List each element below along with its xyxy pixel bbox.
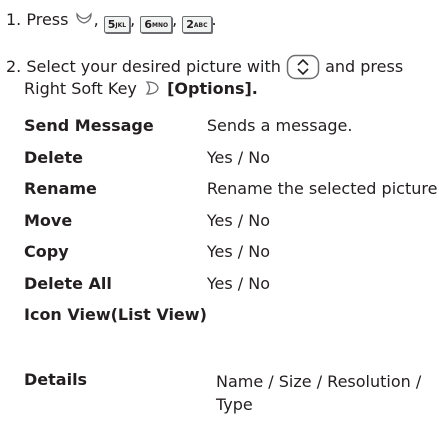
option-name: Move	[24, 210, 73, 230]
options-label: [Options].	[167, 79, 258, 98]
details-desc-line-2: Type	[216, 395, 253, 414]
step-1: 1. Press , 5JKL, 6MNO, 2ABC.	[6, 10, 217, 33]
step-2-text-b: and press	[325, 57, 404, 76]
table-row: Move Yes / No	[24, 211, 439, 243]
key-5: 5JKL	[103, 16, 131, 33]
step-2: 2. Select your desired picture with and …	[6, 54, 403, 80]
option-name: Delete All	[24, 273, 112, 293]
option-desc: Rename the selected picture.	[206, 179, 439, 198]
table-row: Send Message Sends a message.	[24, 116, 439, 148]
option-desc: Yes / No	[206, 210, 271, 230]
period: .	[211, 10, 217, 29]
key-2: 2ABC	[182, 16, 212, 33]
options-table: Send Message Sends a message. Delete Yes…	[24, 116, 439, 337]
option-desc	[207, 305, 439, 337]
option-name: Icon View(List View)	[24, 305, 207, 324]
table-row: Rename Rename the selected picture.	[24, 179, 439, 211]
table-row: Icon View(List View)	[24, 305, 439, 337]
option-name: Rename	[24, 179, 97, 198]
option-name: Copy	[24, 242, 69, 261]
step-2-text-a: 2. Select your desired picture with	[6, 57, 281, 76]
step-1-text: 1. Press	[6, 10, 69, 29]
step-2-text-c: Right Soft Key	[24, 79, 137, 98]
details-option-name: Details	[24, 370, 88, 389]
right-softkey-icon	[145, 81, 159, 95]
option-name: Delete	[24, 147, 83, 167]
key-6: 6MNO	[140, 16, 173, 33]
details-option-desc: Name / Size / Resolution / Type	[216, 370, 421, 416]
table-row: Delete Yes / No	[24, 148, 439, 180]
step-2-line-2: Right Soft Key [Options].	[24, 79, 258, 99]
details-desc-line-1: Name / Size / Resolution /	[216, 372, 422, 391]
menu-softkey-icon	[75, 12, 92, 24]
separator: ,	[172, 10, 178, 29]
separator: ,	[130, 10, 136, 29]
table-row: Delete All Yes / No	[24, 274, 439, 306]
option-desc: Sends a message.	[206, 116, 353, 135]
option-desc: Yes / No	[206, 242, 271, 261]
option-name: Send Message	[24, 116, 154, 135]
option-desc: Yes / No	[206, 147, 271, 167]
navigation-key-icon	[286, 54, 320, 80]
separator: ,	[93, 10, 99, 29]
option-desc: Yes / No	[206, 273, 271, 293]
table-row: Copy Yes / No	[24, 242, 439, 274]
